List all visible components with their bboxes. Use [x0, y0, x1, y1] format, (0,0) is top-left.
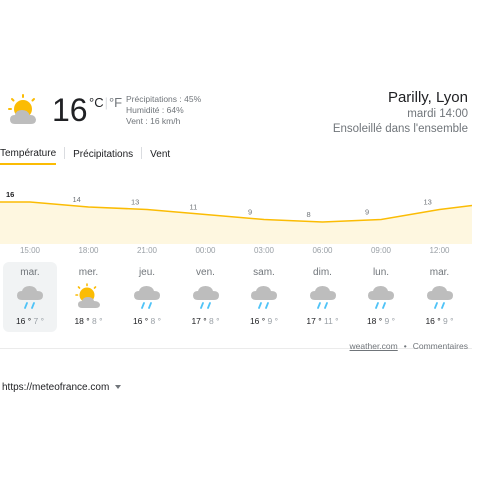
- rain-cloud-icon: [17, 286, 43, 309]
- day-high-temp: 17 °: [306, 316, 322, 326]
- weather-header: 16 °C|°F Précipitations : 45% Humidité :…: [0, 86, 472, 144]
- day-forecast[interactable]: mar. 16 ° 9 °: [413, 262, 467, 332]
- time-tick-label: 15:00: [19, 246, 41, 255]
- chart-data-label: 8: [307, 210, 311, 219]
- day-forecast[interactable]: dim. 17 ° 11 °: [296, 262, 350, 332]
- humidity-text: Humidité : 64%: [126, 105, 184, 115]
- time-axis: 15:00 18:00 21:00 00:00 03:00 06:00 09:00 12:00: [0, 246, 472, 258]
- day-name: lun.: [372, 267, 390, 278]
- time-tick-label: 03:00: [253, 246, 275, 255]
- day-temperatures: 16 ° 7 °: [3, 316, 57, 326]
- location-block: Parilly, Lyon mardi 14:00 Ensoleillé dan…: [333, 88, 468, 137]
- day-temperatures: 16 ° 8 °: [120, 316, 174, 326]
- time-tick-label: 00:00: [195, 246, 216, 255]
- chart-data-label: 16: [6, 190, 14, 199]
- result-url[interactable]: https://meteofrance.com: [2, 382, 122, 393]
- day-low-temp: 9 °: [265, 316, 279, 326]
- rain-cloud-icon: [368, 286, 394, 309]
- daily-forecast: mar. 16 ° 7 ° mer. 18 ° 8 ° jeu. 16 ° 8 ° ven.…: [0, 262, 472, 334]
- precipitation-text: Précipitations : 45%: [126, 94, 202, 104]
- day-name: mar.: [429, 267, 450, 278]
- chart-area: [0, 202, 472, 244]
- weather-footer: weather.com • Commentaires: [350, 341, 468, 351]
- day-forecast[interactable]: lun. 18 ° 9 °: [354, 262, 408, 332]
- time-tick-label: 06:00: [312, 246, 333, 255]
- temperature-chart: 16 14 13 11 9 8 9 13: [0, 190, 472, 244]
- day-forecast[interactable]: mar. 16 ° 7 °: [3, 262, 57, 332]
- day-low-temp: 11 °: [321, 316, 339, 326]
- rain-cloud-icon: [426, 286, 453, 309]
- day-high-temp: 18 °: [366, 316, 383, 326]
- result-url-text[interactable]: https://meteofrance.com: [2, 382, 109, 393]
- location-city: Parilly, Lyon: [387, 89, 468, 106]
- source-link[interactable]: weather.com: [350, 341, 398, 351]
- tab-temperature[interactable]: Température: [0, 148, 57, 165]
- celsius-unit[interactable]: °C: [89, 95, 104, 110]
- time-tick-label: 12:00: [429, 246, 450, 255]
- location-time: mardi 14:00: [407, 108, 468, 120]
- weather-tabs: Température Précipitations Vent: [0, 146, 170, 166]
- time-tick-label: 18:00: [78, 246, 99, 255]
- footer-separator: •: [403, 341, 407, 351]
- day-low-temp: 8 °: [89, 316, 103, 326]
- tab-precipitation[interactable]: Précipitations: [73, 149, 133, 164]
- chevron-down-icon[interactable]: [115, 385, 122, 390]
- location-condition: Ensoleillé dans l'ensemble: [332, 123, 468, 135]
- day-forecast[interactable]: jeu. 16 ° 8 °: [120, 262, 174, 332]
- tab-divider: [141, 147, 143, 159]
- day-name: mar.: [20, 267, 40, 278]
- chart-data-label: 13: [424, 198, 432, 207]
- day-name: ven.: [196, 267, 215, 278]
- rain-cloud-icon: [134, 286, 160, 309]
- time-tick-label: 09:00: [370, 246, 392, 255]
- tab-wind[interactable]: Vent: [150, 149, 170, 164]
- rain-cloud-icon: [192, 286, 219, 309]
- day-temperatures: 16 ° 9 °: [237, 316, 291, 326]
- fahrenheit-unit[interactable]: °F: [109, 95, 122, 110]
- day-high-temp: 18 °: [74, 316, 90, 326]
- day-low-temp: 8 °: [148, 316, 162, 326]
- day-temperatures: 18 ° 8 °: [62, 316, 116, 326]
- day-name: jeu.: [138, 267, 156, 278]
- chart-data-label: 13: [131, 198, 139, 207]
- chart-data-label: 9: [248, 208, 252, 217]
- day-forecast[interactable]: sam. 16 ° 9 °: [237, 262, 291, 332]
- unit-toggle: °C|°F: [89, 95, 123, 110]
- day-low-temp: 9 °: [382, 316, 396, 326]
- tab-divider: [64, 147, 66, 159]
- day-temperatures: 17 ° 11 °: [296, 316, 350, 326]
- partly-sunny-icon: [74, 283, 100, 308]
- rain-cloud-icon: [309, 286, 336, 309]
- chart-data-label: 14: [73, 195, 81, 204]
- chart-data-label: 11: [190, 203, 198, 212]
- day-name: dim.: [313, 267, 332, 278]
- day-low-temp: 9 °: [440, 316, 454, 326]
- day-temperatures: 18 ° 9 °: [354, 316, 408, 326]
- rain-cloud-icon: [251, 286, 277, 309]
- day-forecast[interactable]: ven. 17 ° 8 °: [179, 262, 233, 332]
- day-high-temp: 16 °: [132, 316, 149, 326]
- day-name: sam.: [253, 267, 275, 278]
- partly-sunny-icon: [8, 94, 36, 124]
- day-temperatures: 17 ° 8 °: [179, 316, 233, 326]
- day-low-temp: 7 °: [31, 316, 45, 326]
- time-tick-label: 21:00: [136, 246, 158, 255]
- chart-data-label: 9: [365, 208, 369, 217]
- day-temperatures: 16 ° 9 °: [413, 316, 467, 326]
- day-high-temp: 17 °: [191, 316, 207, 326]
- day-low-temp: 8 °: [206, 316, 220, 326]
- current-temperature: 16: [52, 92, 88, 128]
- day-name: mer.: [78, 267, 99, 278]
- day-high-temp: 16 °: [425, 316, 441, 326]
- day-high-temp: 16 °: [249, 316, 266, 326]
- day-high-temp: 16 °: [15, 316, 32, 326]
- wind-text: Vent : 16 km/h: [126, 116, 181, 126]
- feedback-link[interactable]: Commentaires: [413, 341, 468, 351]
- day-forecast[interactable]: mer. 18 ° 8 °: [62, 262, 116, 332]
- current-details: Précipitations : 45% Humidité : 64% Vent…: [126, 94, 201, 127]
